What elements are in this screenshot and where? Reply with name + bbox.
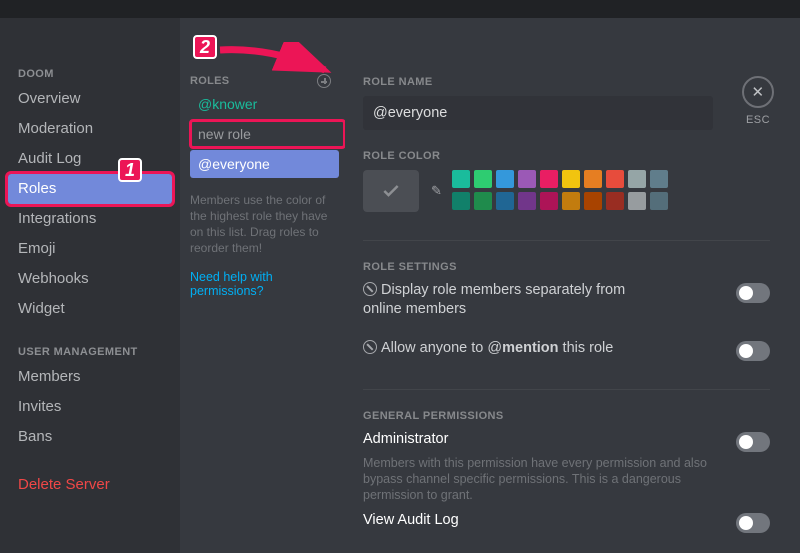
toggle-administrator[interactable]	[736, 432, 770, 452]
server-name-header: DOOM	[8, 64, 172, 84]
close-icon[interactable]: ✕	[742, 76, 774, 108]
color-swatch[interactable]	[628, 192, 646, 210]
color-swatch[interactable]	[474, 170, 492, 188]
role-item-knower[interactable]: @knower	[190, 90, 345, 118]
annotation-badge-2: 2	[193, 35, 217, 59]
color-swatch[interactable]	[562, 170, 580, 188]
perm-view-audit-log: View Audit Log	[363, 511, 770, 533]
perm-administrator: Administrator Members with this permissi…	[363, 430, 770, 503]
prohibit-icon	[363, 282, 377, 296]
color-swatch[interactable]	[518, 170, 536, 188]
sidebar-item-roles[interactable]: Roles	[8, 174, 172, 204]
role-edit-panel: ✕ ESC ROLE NAME ROLE COLOR ✎ ROLE SETTIN…	[345, 18, 800, 553]
sidebar-item-invites[interactable]: Invites	[8, 392, 172, 422]
role-settings-header: ROLE SETTINGS	[363, 261, 770, 273]
settings-sidebar: DOOM Overview Moderation Audit Log Roles…	[0, 18, 180, 553]
toggle-display-separately[interactable]	[736, 283, 770, 303]
divider	[363, 389, 770, 390]
color-swatch[interactable]	[584, 192, 602, 210]
color-swatch[interactable]	[650, 192, 668, 210]
color-swatch[interactable]	[518, 192, 536, 210]
color-swatch[interactable]	[496, 192, 514, 210]
sidebar-item-webhooks[interactable]: Webhooks	[8, 264, 172, 294]
roles-list-column: ROLES @knower new role @everyone Members…	[180, 18, 345, 553]
window-titlebar	[0, 0, 800, 18]
role-name-label: ROLE NAME	[363, 76, 770, 88]
color-swatch[interactable]	[606, 192, 624, 210]
close-settings[interactable]: ✕ ESC	[742, 76, 774, 126]
role-name-input[interactable]	[363, 96, 713, 130]
color-swatch[interactable]	[496, 170, 514, 188]
sidebar-item-integrations[interactable]: Integrations	[8, 204, 172, 234]
sidebar-item-widget[interactable]: Widget	[8, 294, 172, 324]
toggle-allow-mention[interactable]	[736, 341, 770, 361]
color-swatch[interactable]	[540, 192, 558, 210]
color-swatch-row-1	[452, 170, 668, 188]
role-color-label: ROLE COLOR	[363, 150, 770, 162]
annotation-badge-1: 1	[118, 158, 142, 182]
setting-display-separately: Display role members separately from onl…	[363, 281, 770, 319]
color-swatch[interactable]	[562, 192, 580, 210]
color-swatch[interactable]	[584, 170, 602, 188]
setting-allow-mention: Allow anyone to @mention this role	[363, 339, 770, 361]
eyedropper-icon[interactable]: ✎	[431, 183, 442, 199]
permissions-help-link[interactable]: Need help with permissions?	[190, 270, 345, 298]
color-swatch[interactable]	[540, 170, 558, 188]
divider	[363, 240, 770, 241]
role-item-everyone[interactable]: @everyone	[190, 150, 339, 178]
color-swatch[interactable]	[628, 170, 646, 188]
roles-help-text: Members use the color of the highest rol…	[190, 192, 345, 256]
color-swatch-row-2	[452, 192, 668, 210]
add-role-icon[interactable]	[317, 74, 331, 88]
color-swatch[interactable]	[474, 192, 492, 210]
user-management-header: USER MANAGEMENT	[8, 342, 172, 362]
sidebar-item-overview[interactable]: Overview	[8, 84, 172, 114]
toggle-view-audit-log[interactable]	[736, 513, 770, 533]
prohibit-icon	[363, 340, 377, 354]
default-color-swatch[interactable]	[363, 170, 419, 212]
role-item-new-role[interactable]: new role	[190, 120, 345, 148]
sidebar-item-audit-log[interactable]: Audit Log	[8, 144, 172, 174]
roles-header: ROLES	[190, 75, 229, 87]
sidebar-item-members[interactable]: Members	[8, 362, 172, 392]
color-swatch[interactable]	[606, 170, 624, 188]
check-icon	[381, 181, 401, 201]
sidebar-item-bans[interactable]: Bans	[8, 422, 172, 452]
color-swatch[interactable]	[452, 170, 470, 188]
general-permissions-header: GENERAL PERMISSIONS	[363, 410, 770, 422]
color-swatch[interactable]	[650, 170, 668, 188]
color-swatch[interactable]	[452, 192, 470, 210]
sidebar-item-delete-server[interactable]: Delete Server	[8, 470, 172, 500]
sidebar-item-moderation[interactable]: Moderation	[8, 114, 172, 144]
sidebar-item-emoji[interactable]: Emoji	[8, 234, 172, 264]
